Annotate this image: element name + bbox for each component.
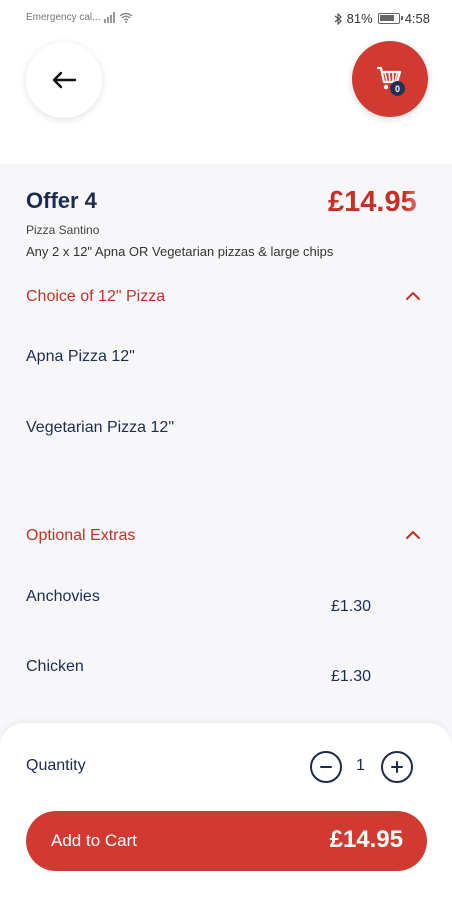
section-title-extras: Optional Extras xyxy=(26,527,136,544)
quantity-value: 1 xyxy=(356,757,365,774)
plus-icon xyxy=(391,761,403,773)
carrier-text: Emergency cal... xyxy=(26,12,101,23)
bottom-panel: Quantity 1 Add to Cart £14.95 xyxy=(0,723,452,900)
minus-icon xyxy=(320,766,332,768)
product-description: Any 2 x 12" Apna OR Vegetarian pizzas & … xyxy=(26,244,334,259)
section-header-extras[interactable]: Optional Extras xyxy=(26,527,426,551)
add-to-cart-total: £14.95 xyxy=(329,826,403,853)
extra-item-name: Chicken xyxy=(26,658,84,675)
chevron-up-icon[interactable] xyxy=(406,530,420,540)
extra-item-chicken[interactable]: Chicken £1.30 xyxy=(26,658,426,698)
pizza-option-vegetarian[interactable]: Vegetarian Pizza 12" xyxy=(26,419,174,437)
header: 0 xyxy=(0,36,452,164)
cart-button[interactable]: 0 xyxy=(352,41,428,117)
extra-item-anchovies[interactable]: Anchovies £1.30 xyxy=(26,588,426,628)
signal-icon xyxy=(104,12,116,23)
back-button[interactable] xyxy=(26,42,102,118)
extra-item-price: £1.30 xyxy=(331,598,372,615)
arrow-left-icon xyxy=(52,71,77,89)
quantity-label: Quantity xyxy=(26,757,86,774)
chevron-up-icon[interactable] xyxy=(406,291,420,301)
status-right: 81% 4:58 xyxy=(334,11,430,26)
product-details: Offer 4 £14.95 Pizza Santino Any 2 x 12"… xyxy=(0,164,452,744)
decrease-quantity-button[interactable] xyxy=(310,751,342,783)
product-title: Offer 4 xyxy=(26,188,97,213)
battery-icon xyxy=(377,13,403,24)
status-left: Emergency cal... xyxy=(26,12,133,23)
status-bar: Emergency cal... 81% 4:58 xyxy=(0,0,452,36)
section-header-pizza-choice[interactable]: Choice of 12" Pizza xyxy=(26,288,426,312)
restaurant-name: Pizza Santino xyxy=(26,223,100,237)
bluetooth-icon xyxy=(334,12,342,25)
cart-count-badge: 0 xyxy=(390,81,405,96)
add-to-cart-label: Add to Cart xyxy=(51,831,137,850)
clock: 4:58 xyxy=(404,11,430,26)
pizza-option-apna[interactable]: Apna Pizza 12" xyxy=(26,348,135,366)
section-title-pizza-choice: Choice of 12" Pizza xyxy=(26,288,166,305)
extra-item-name: Anchovies xyxy=(26,588,100,605)
wifi-icon xyxy=(120,12,133,23)
battery-percent: 81% xyxy=(346,11,373,26)
extra-item-price: £1.30 xyxy=(331,668,372,685)
increase-quantity-button[interactable] xyxy=(381,751,413,783)
price-fade-overlay xyxy=(404,178,452,226)
add-to-cart-button[interactable]: Add to Cart £14.95 xyxy=(26,811,427,871)
